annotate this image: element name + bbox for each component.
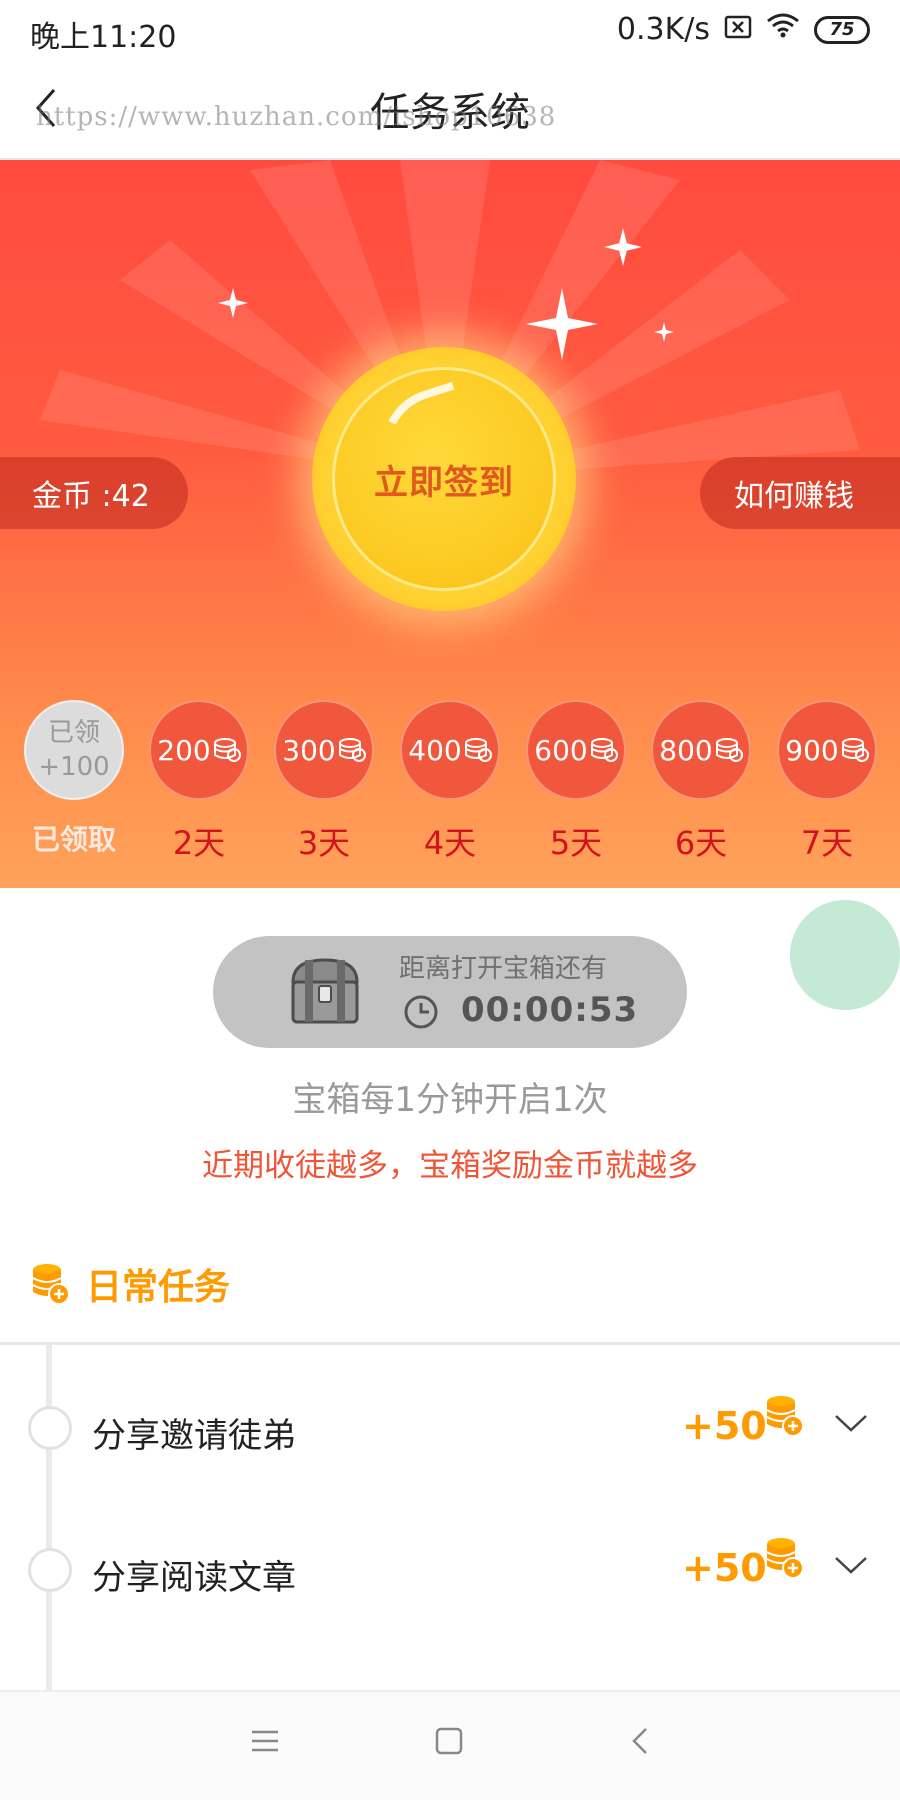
claimed-text: 已领 [47,718,100,748]
system-nav-bar [0,1690,900,1800]
checkin-day-7: 900 7天 [777,700,877,864]
wifi-icon [766,12,800,47]
day-reward-amount: 900 [785,733,839,767]
chevron-down-icon[interactable] [832,1412,870,1440]
day-reward-circle: 600 [526,700,626,800]
day-reward-circle: 800 [651,700,751,800]
checkin-day-5: 600 5天 [526,700,626,864]
chest-caption: 距离打开宝箱还有 [399,954,608,984]
battery-icon: 75 [814,15,870,44]
menu-icon[interactable] [250,1726,280,1760]
coin-stack-icon [841,738,869,762]
app-header: 任务系统 https://www.huzhan.com/ishop10638 [0,60,900,160]
daily-tasks-title: 日常任务 [86,1267,231,1308]
sparkle-icon [218,288,248,322]
status-bar: 晚上11:20 0.3K/s 75 [0,0,900,60]
day-label: 2天 [172,824,226,862]
how-to-earn-button[interactable]: 如何赚钱 [700,457,900,529]
day-reward-amount: 200 [157,733,211,767]
day-reward-amount: 800 [659,733,713,767]
chest-frequency-note: 宝箱每1分钟开启1次 [292,1080,608,1120]
clock-icon [403,994,439,1034]
floating-assistive-button[interactable] [790,900,900,1010]
section-divider [0,1342,900,1345]
checkin-day-2: 200 2天 [149,700,249,864]
sparkle-icon [604,228,642,270]
task-status-dot [28,1548,72,1592]
task-item-share-article[interactable]: 分享阅读文章 +50 [0,1532,900,1612]
checkin-days: 已领 +100 已领取 200 2天 300 3天 400 4天 600 5天 [0,700,900,862]
day-reward-circle: 900 [777,700,877,800]
home-icon[interactable] [434,1726,464,1760]
network-speed: 0.3K/s [616,12,710,47]
chest-countdown-timer: 00:00:53 [461,990,639,1030]
task-name: 分享邀请徒弟 [92,1416,296,1456]
task-system-screen: 晚上11:20 0.3K/s 75 任务系统 https://www.huzha… [0,0,900,1800]
checkin-hero: 金币 :42 如何赚钱 立即签到 已领 +100 已领取 200 2天 300 [0,160,900,888]
checkin-day-1: 已领 +100 已领取 [24,700,124,858]
coin-stack-icon [338,738,366,762]
checkin-coin: 立即签到 [312,347,576,611]
day-label: 6天 [674,824,728,862]
status-time: 晚上11:20 [30,20,177,55]
checkin-day-6: 800 6天 [651,700,751,864]
checkin-day-4: 400 4天 [400,700,500,864]
claimed-amount: +100 [38,752,110,782]
day-label: 3天 [297,824,351,862]
day-label: 4天 [423,824,477,862]
coin-stack-icon [764,1536,804,1584]
task-reward: +50 [682,1546,767,1590]
checkin-day-3: 300 3天 [274,700,374,864]
coin-stack-icon [764,1394,804,1442]
day-reward-circle: 200 [149,700,249,800]
day-label: 已领取 [31,823,116,856]
day-reward-circle: 已领 +100 [24,700,124,800]
treasure-chest-countdown[interactable]: 距离打开宝箱还有 00:00:53 [213,936,687,1048]
treasure-chest-icon [285,952,365,1036]
coin-balance: 金币 :42 [0,457,188,529]
sparkle-icon [654,322,674,346]
day-reward-amount: 600 [534,733,588,767]
sparkle-icon [526,288,598,364]
watermark-text: https://www.huzhan.com/ishop10638 [36,102,557,132]
chevron-down-icon[interactable] [832,1554,870,1582]
task-reward: +50 [682,1404,767,1448]
task-status-dot [28,1406,72,1450]
day-reward-amount: 400 [408,733,462,767]
task-name: 分享阅读文章 [92,1558,296,1598]
chest-promo-note: 近期收徒越多，宝箱奖励金币就越多 [202,1148,698,1184]
sim-off-icon [724,12,752,47]
checkin-button[interactable]: 立即签到 [332,367,556,591]
coin-stack-icon [213,738,241,762]
coin-stack-icon [590,738,618,762]
coin-stack-icon [715,738,743,762]
back-icon[interactable] [626,1726,656,1760]
coin-stack-icon [464,738,492,762]
day-reward-amount: 300 [282,733,336,767]
daily-tasks-header: 日常任务 [30,1258,230,1310]
task-item-invite[interactable]: 分享邀请徒弟 +50 [0,1390,900,1470]
day-reward-circle: 400 [400,700,500,800]
day-label: 5天 [549,824,603,862]
coin-stack-icon [32,1264,70,1305]
status-right: 0.3K/s 75 [617,12,870,47]
day-label: 7天 [800,824,854,862]
day-reward-circle: 300 [274,700,374,800]
